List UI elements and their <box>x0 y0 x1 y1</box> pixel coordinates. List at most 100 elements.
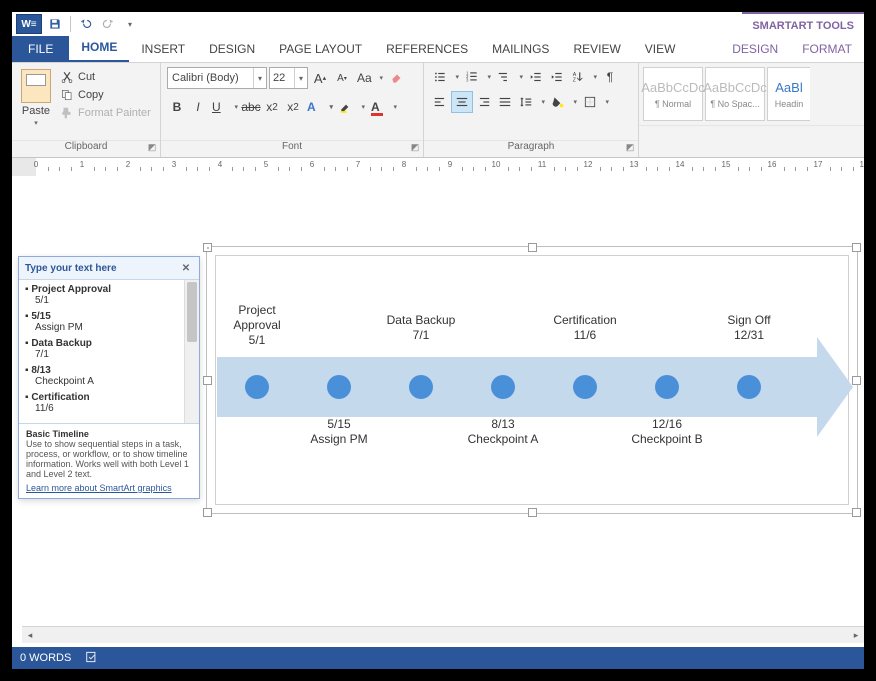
align-center-icon[interactable] <box>451 91 473 113</box>
chevron-down-icon[interactable]: ▾ <box>294 68 307 88</box>
resize-handle[interactable] <box>852 508 861 517</box>
resize-handle[interactable] <box>528 508 537 517</box>
document-area[interactable]: Type your text here ✕ Project Approval5/… <box>12 176 864 643</box>
highlight-icon[interactable] <box>336 97 367 117</box>
show-marks-icon[interactable]: ¶ <box>600 67 620 87</box>
smartart-canvas[interactable]: Project Approval5/1 Data Backup7/1 Certi… <box>206 246 858 514</box>
grow-font-icon[interactable]: A▴ <box>310 68 330 88</box>
tab-page-layout[interactable]: PAGE LAYOUT <box>267 37 374 62</box>
tab-smartart-design[interactable]: DESIGN <box>720 37 790 62</box>
style-no-spacing[interactable]: AaBbCcDc¶ No Spac... <box>705 67 765 121</box>
strikethrough-icon[interactable]: abc <box>241 97 261 117</box>
numbering-icon[interactable]: 123 <box>462 67 493 87</box>
style-heading1[interactable]: AaBlHeadin <box>767 67 810 121</box>
bullets-icon[interactable] <box>430 67 461 87</box>
copy-button[interactable]: Copy <box>58 87 153 103</box>
cut-button[interactable]: Cut <box>58 69 153 85</box>
horizontal-ruler[interactable]: 0123456789101112131415161718 <box>12 158 864 177</box>
timeline-label[interactable]: Data Backup7/1 <box>381 313 461 343</box>
style-normal[interactable]: AaBbCcDc¶ Normal <box>643 67 703 121</box>
subscript-icon[interactable]: x2 <box>262 97 282 117</box>
timeline-dot[interactable] <box>655 375 679 399</box>
horizontal-scrollbar[interactable]: ◂ ▸ <box>22 626 864 643</box>
timeline-label[interactable]: 8/13Checkpoint A <box>463 417 543 447</box>
tab-mailings[interactable]: MAILINGS <box>480 37 561 62</box>
tab-smartart-format[interactable]: FORMAT <box>790 37 864 62</box>
font-name-combo[interactable]: Calibri (Body)▾ <box>167 67 267 89</box>
decrease-indent-icon[interactable] <box>526 67 546 87</box>
redo-icon[interactable] <box>99 15 117 33</box>
text-pane-scrollbar[interactable] <box>184 280 199 423</box>
tab-home[interactable]: HOME <box>69 35 129 62</box>
timeline-dot[interactable] <box>737 375 761 399</box>
smartart-text-pane[interactable]: Type your text here ✕ Project Approval5/… <box>18 256 200 499</box>
tab-insert[interactable]: INSERT <box>129 37 197 62</box>
scrollbar-track[interactable] <box>38 629 848 641</box>
multilevel-list-icon[interactable] <box>494 67 525 87</box>
timeline-label[interactable]: Certification11/6 <box>545 313 625 343</box>
save-icon[interactable] <box>46 15 64 33</box>
clipboard-launcher-icon[interactable]: ◩ <box>146 142 158 154</box>
justify-icon[interactable] <box>495 92 515 112</box>
list-item[interactable]: 8/13 <box>25 365 193 376</box>
chevron-down-icon[interactable]: ▾ <box>253 68 266 88</box>
font-launcher-icon[interactable]: ◩ <box>409 142 421 154</box>
timeline-label[interactable]: 5/15Assign PM <box>299 417 379 447</box>
tab-view[interactable]: VIEW <box>633 37 688 62</box>
timeline-label[interactable]: 12/16Checkpoint B <box>627 417 707 447</box>
sort-icon[interactable]: AZ <box>568 67 599 87</box>
list-item[interactable]: Data Backup <box>25 338 193 349</box>
close-icon[interactable]: ✕ <box>179 261 193 275</box>
timeline-dot[interactable] <box>245 375 269 399</box>
shading-icon[interactable] <box>548 92 579 112</box>
change-case-icon[interactable]: Aa <box>354 68 385 88</box>
resize-handle[interactable] <box>852 243 861 252</box>
line-spacing-icon[interactable] <box>516 92 547 112</box>
undo-icon[interactable] <box>77 15 95 33</box>
align-left-icon[interactable] <box>430 92 450 112</box>
timeline-label[interactable]: Sign Off12/31 <box>709 313 789 343</box>
borders-icon[interactable] <box>580 92 611 112</box>
resize-handle[interactable] <box>203 243 212 252</box>
underline-icon[interactable]: U <box>209 97 240 117</box>
resize-handle[interactable] <box>852 376 861 385</box>
font-size-combo[interactable]: 22▾ <box>269 67 308 89</box>
learn-more-link[interactable]: Learn more about SmartArt graphics <box>26 483 192 493</box>
timeline-dot[interactable] <box>573 375 597 399</box>
paragraph-launcher-icon[interactable]: ◩ <box>624 142 636 154</box>
align-right-icon[interactable] <box>474 92 494 112</box>
tab-references[interactable]: REFERENCES <box>374 37 480 62</box>
tab-design[interactable]: DESIGN <box>197 37 267 62</box>
shrink-font-icon[interactable]: A▾ <box>332 68 352 88</box>
list-item[interactable]: Certification <box>25 392 193 403</box>
list-item[interactable]: 5/15 <box>25 311 193 322</box>
list-item[interactable]: Project Approval <box>25 284 193 295</box>
qat-customize-icon[interactable]: ▾ <box>121 15 139 33</box>
clear-formatting-icon[interactable] <box>387 68 407 88</box>
word-count[interactable]: 0 WORDS <box>20 652 71 664</box>
text-pane-body[interactable]: Project Approval5/1 5/15Assign PM Data B… <box>19 280 199 423</box>
timeline-dot[interactable] <box>409 375 433 399</box>
timeline-dot[interactable] <box>491 375 515 399</box>
bold-icon[interactable]: B <box>167 97 187 117</box>
text-effects-icon[interactable]: A <box>304 97 335 117</box>
format-painter-button[interactable]: Format Painter <box>58 105 153 121</box>
scrollbar-thumb[interactable] <box>187 282 197 342</box>
scroll-left-icon[interactable]: ◂ <box>22 627 38 643</box>
svg-text:A: A <box>573 72 577 78</box>
tab-file[interactable]: FILE <box>12 36 69 62</box>
timeline-arrow-body[interactable] <box>217 357 827 417</box>
timeline-label[interactable]: Project Approval5/1 <box>217 303 297 348</box>
italic-icon[interactable]: I <box>188 97 208 117</box>
increase-indent-icon[interactable] <box>547 67 567 87</box>
spellcheck-icon[interactable] <box>85 650 99 667</box>
superscript-icon[interactable]: x2 <box>283 97 303 117</box>
paste-button[interactable]: Paste ▾ <box>18 67 54 140</box>
font-color-icon[interactable]: A <box>368 97 399 117</box>
tab-review[interactable]: REVIEW <box>561 37 632 62</box>
resize-handle[interactable] <box>528 243 537 252</box>
resize-handle[interactable] <box>203 508 212 517</box>
scroll-right-icon[interactable]: ▸ <box>848 627 864 643</box>
resize-handle[interactable] <box>203 376 212 385</box>
timeline-dot[interactable] <box>327 375 351 399</box>
